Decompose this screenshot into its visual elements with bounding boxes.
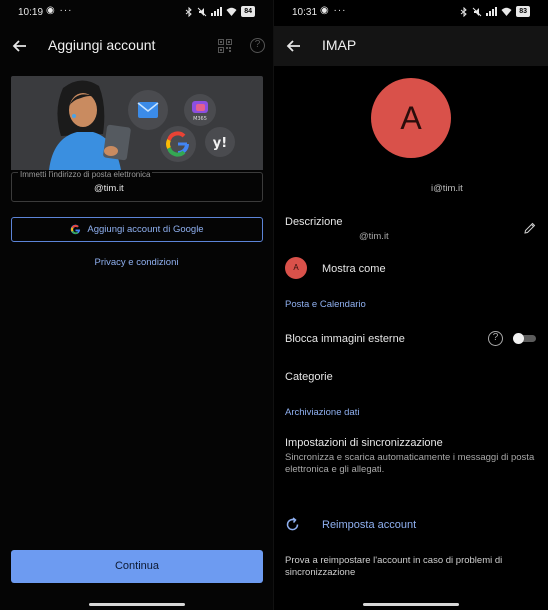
show-as-label[interactable]: Mostra come <box>322 263 386 275</box>
add-google-account-button[interactable]: Aggiungi account di Google <box>11 217 263 242</box>
edit-pencil-icon[interactable] <box>523 221 537 235</box>
status-time: 10:19 <box>18 7 44 18</box>
bluetooth-icon <box>185 6 192 17</box>
illustration-graphic: M365 y! <box>49 80 235 170</box>
battery-level: 83 <box>516 6 530 17</box>
yahoo-label: y! <box>213 136 227 151</box>
page-title: Aggiungi account <box>48 37 156 53</box>
add-account-screen: 10:19 ◉ ··· 84 Aggiungi account ? M365 y… <box>0 0 273 610</box>
reset-account-description: Prova a reimpostare l'account in caso di… <box>285 555 503 578</box>
app-bar: IMAP <box>274 26 548 66</box>
gesture-bar[interactable] <box>363 603 459 606</box>
battery-level: 84 <box>241 6 255 17</box>
status-bar: 10:31 ◉ ··· 83 <box>274 0 548 26</box>
qr-code-icon[interactable] <box>218 39 232 53</box>
email-field-value: @tim.it <box>94 183 124 194</box>
help-icon[interactable]: ? <box>488 331 503 346</box>
wifi-icon <box>226 7 237 16</box>
providers-illustration: M365 y! <box>11 76 263 170</box>
gesture-bar[interactable] <box>89 603 185 606</box>
email-field[interactable]: Immetti l'indirizzo di posta elettronica… <box>11 170 263 202</box>
description-title[interactable]: Descrizione <box>285 216 342 228</box>
google-button-label: Aggiungi account di Google <box>87 224 204 235</box>
email-field-label: Immetti l'indirizzo di posta elettronica <box>18 170 153 179</box>
mute-icon <box>472 7 482 16</box>
app-bar: Aggiungi account ? <box>0 26 273 66</box>
notification-icons: ◉ ··· <box>320 5 347 16</box>
sync-settings-title[interactable]: Impostazioni di sincronizzazione <box>285 437 443 449</box>
signal-icon <box>486 7 498 16</box>
signal-icon <box>211 7 223 16</box>
privacy-link[interactable]: Privacy e condizioni <box>0 257 273 268</box>
reset-account-button[interactable]: Reimposta account <box>322 519 416 531</box>
back-arrow-icon[interactable] <box>10 36 30 56</box>
bluetooth-icon <box>460 6 467 17</box>
block-images-toggle[interactable] <box>513 333 536 344</box>
section-data-storage: Archiviazione dati <box>285 407 360 418</box>
account-avatar: A <box>371 78 451 158</box>
notification-icons: ◉ ··· <box>46 5 73 16</box>
section-mail-calendar: Posta e Calendario <box>285 299 366 310</box>
sync-settings-description: Sincronizza e scarica automaticamente i … <box>285 452 535 475</box>
imap-settings-screen: 10:31 ◉ ··· 83 IMAP A i@tim.it Descrizio… <box>274 0 548 610</box>
reset-icon[interactable] <box>285 517 300 532</box>
toggle-knob <box>513 333 524 344</box>
status-time: 10:31 <box>292 7 318 18</box>
account-email: i@tim.it <box>431 183 463 194</box>
page-title: IMAP <box>322 37 357 53</box>
mute-icon <box>197 7 207 16</box>
help-icon[interactable]: ? <box>250 38 265 53</box>
categories-item[interactable]: Categorie <box>285 371 333 383</box>
status-icons: 84 <box>185 6 255 17</box>
status-bar: 10:19 ◉ ··· 84 <box>0 0 273 26</box>
show-as-avatar: A <box>285 257 307 279</box>
wifi-icon <box>501 7 512 16</box>
back-arrow-icon[interactable] <box>284 36 304 56</box>
description-value: @tim.it <box>359 231 389 242</box>
status-icons: 83 <box>460 6 530 17</box>
google-icon <box>71 224 81 235</box>
block-images-label: Blocca immagini esterne <box>285 333 405 345</box>
m365-label: M365 <box>193 116 207 122</box>
continue-button[interactable]: Continua <box>11 550 263 583</box>
